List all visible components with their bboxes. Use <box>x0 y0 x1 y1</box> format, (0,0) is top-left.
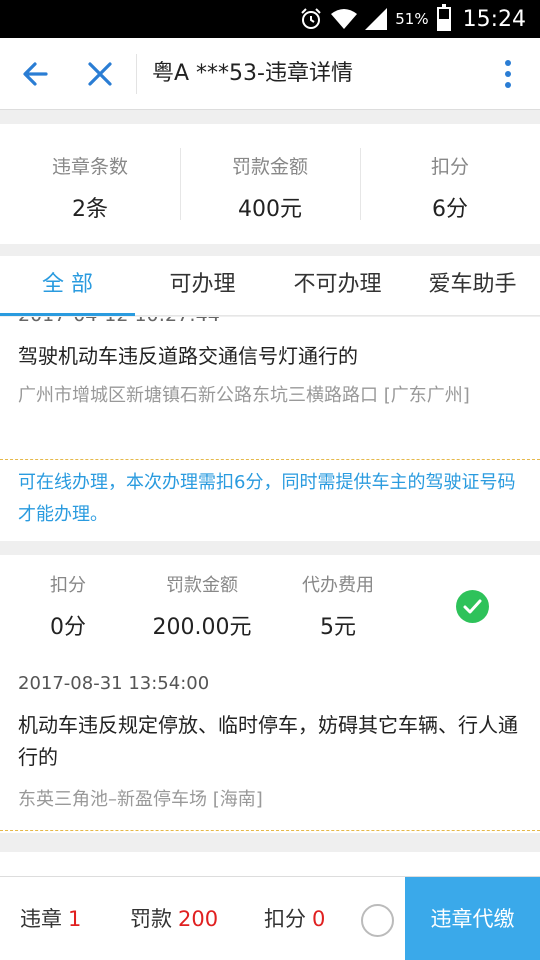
clock: 15:24 <box>462 6 526 32</box>
more-menu-button[interactable] <box>496 56 520 92</box>
filter-tabs: 全 部 可办理 不可办理 爱车助手 <box>0 256 540 316</box>
close-icon <box>88 62 112 86</box>
violation-description: 驾驶机动车违反道路交通信号灯通行的 <box>18 344 358 368</box>
summary-value: 6分 <box>432 197 468 222</box>
summary-label: 扣分 <box>430 156 469 178</box>
back-button[interactable] <box>16 56 56 92</box>
stat-fine: 罚款金额 200.00元 <box>138 571 266 641</box>
violation-location: 广州市增城区新塘镇石新公路东坑三横路路口 [广东广州] <box>18 385 470 406</box>
battery-icon <box>436 4 451 31</box>
more-dot-icon <box>505 82 511 88</box>
summary-fine: 罚款金额 400元 <box>180 124 360 244</box>
total-points: 扣分 0 <box>264 877 325 960</box>
points-label: 扣分 <box>264 907 306 931</box>
tab-car-assistant[interactable]: 爱车助手 <box>405 256 540 315</box>
tab-all[interactable]: 全 部 <box>0 256 135 316</box>
total-fine: 罚款 200 <box>130 877 218 960</box>
stat-value: 0分 <box>50 615 86 640</box>
tab-cannot-handle[interactable]: 不可办理 <box>270 256 405 315</box>
arrow-left-icon <box>23 62 48 86</box>
status-bar: 51% 15:24 <box>0 0 540 38</box>
stat-label: 扣分 <box>50 575 86 596</box>
fine-amount: 200 <box>178 907 219 931</box>
select-all-radio[interactable] <box>361 904 394 937</box>
points-count: 0 <box>312 907 326 931</box>
fine-label: 罚款 <box>130 907 172 931</box>
app-bar: 粤A ***53-违章详情 <box>0 38 540 110</box>
summary-value: 2条 <box>72 197 108 222</box>
violations-label: 违章 <box>20 907 62 931</box>
stat-value: 200.00元 <box>152 615 252 640</box>
stat-points: 扣分 0分 <box>28 571 108 641</box>
violation-location: 东英三角池–新盈停车场 [海南] <box>18 789 263 810</box>
summary-points: 扣分 6分 <box>360 124 540 244</box>
summary-label: 违章条数 <box>51 156 128 178</box>
more-dot-icon <box>505 60 511 66</box>
dashed-divider <box>0 459 540 460</box>
select-checkbox[interactable] <box>456 590 489 623</box>
stat-value: 5元 <box>320 615 356 640</box>
wifi-icon <box>331 9 358 29</box>
more-dot-icon <box>505 71 511 77</box>
dashed-divider <box>0 830 540 831</box>
violation-card[interactable]: 扣分 0分 罚款金额 200.00元 代办费用 5元 2017-08-31 13… <box>0 555 540 833</box>
violation-stats: 扣分 0分 罚款金额 200.00元 代办费用 5元 <box>0 571 420 651</box>
status-bar-right: 51% 15:24 <box>299 0 526 38</box>
pay-violations-button[interactable]: 违章代缴 <box>405 877 540 960</box>
battery-percent: 51% <box>395 10 429 28</box>
stat-service-fee: 代办费用 5元 <box>288 571 388 641</box>
checkmark-icon <box>463 599 482 614</box>
violation-card[interactable]: 2017-04-12 10:27:44 驾驶机动车违反道路交通信号灯通行的 广州… <box>0 317 540 541</box>
header-divider <box>136 54 137 94</box>
violations-count: 1 <box>68 907 82 931</box>
summary-panel: 违章条数 2条 罚款金额 400元 扣分 6分 <box>0 124 540 244</box>
summary-count: 违章条数 2条 <box>0 124 180 244</box>
stat-label: 代办费用 <box>302 575 374 596</box>
stat-label: 罚款金额 <box>166 575 238 596</box>
bottom-bar: 违章 1 罚款 200 扣分 0 违章代缴 <box>0 876 540 960</box>
page-title: 粤A ***53-违章详情 <box>152 61 353 86</box>
online-handling-notice: 可在线办理，本次办理需扣6分，同时需提供车主的驾驶证号码才能办理。 <box>18 472 516 525</box>
alarm-icon <box>301 8 321 29</box>
total-violations: 违章 1 <box>20 877 81 960</box>
summary-value: 400元 <box>238 197 302 222</box>
next-card-peek <box>0 852 540 876</box>
violation-date: 2017-08-31 13:54:00 <box>18 673 210 694</box>
violation-description: 机动车违反规定停放、临时停车，妨碍其它车辆、行人通行的 <box>18 713 518 769</box>
close-button[interactable] <box>80 56 120 92</box>
summary-label: 罚款金额 <box>231 156 308 178</box>
violation-date: 2017-04-12 10:27:44 <box>18 317 220 326</box>
signal-icon <box>365 8 388 30</box>
tab-can-handle[interactable]: 可办理 <box>135 256 270 315</box>
